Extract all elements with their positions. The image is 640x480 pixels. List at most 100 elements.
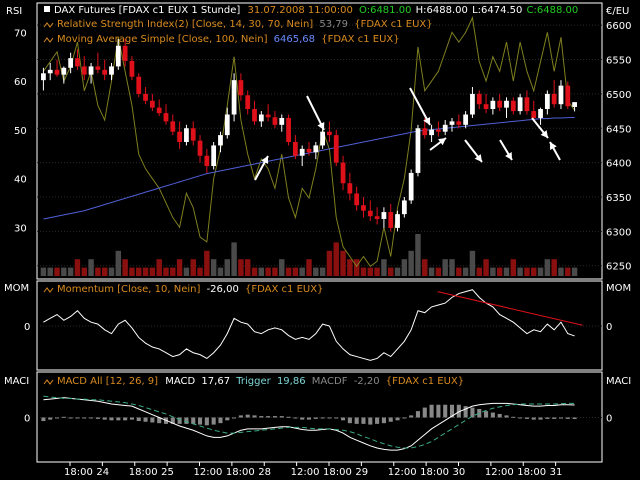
rsi-legend-name: Relative Strength Index(2) [Close, 14, 3…	[57, 19, 313, 30]
bar-datetime: 31.07.2008 11:00:00	[247, 5, 352, 16]
volume-bar	[88, 259, 94, 276]
candle-body	[551, 93, 557, 105]
volume-bar	[490, 267, 496, 276]
candle-body	[463, 114, 469, 125]
volume-bar	[517, 267, 523, 276]
macdf-bar	[61, 416, 66, 418]
macdf-bar	[293, 417, 298, 419]
svg-text:Relative Strength Index(2) [Cl: Relative Strength Index(2) [Close, 14, 3…	[57, 19, 433, 30]
macdf-bar	[511, 416, 516, 418]
candle-body	[367, 210, 373, 217]
macdf-bar	[341, 417, 346, 421]
x-tick-label: 12:00	[388, 467, 417, 478]
macdf-bar	[191, 417, 196, 424]
volume-bar	[340, 250, 346, 276]
macdf-bar	[313, 417, 318, 419]
macdf-bar	[381, 417, 386, 424]
macd-tick-label-right: 0	[606, 414, 612, 425]
macdf-bar	[41, 417, 46, 422]
macdf-bar	[95, 417, 100, 419]
price-tick-label: 6400	[606, 159, 631, 170]
candle-body	[41, 73, 46, 81]
candle-body	[170, 121, 176, 132]
macdf-bar	[402, 417, 407, 419]
macd-layer	[40, 395, 602, 451]
security-icon	[44, 6, 50, 12]
macdf-bar	[218, 417, 223, 424]
macdf-bar	[443, 404, 448, 418]
volume-bar	[496, 267, 503, 276]
macd-legend: MACD All [12, 26, 9] MACD 17,67 Trigger …	[43, 376, 464, 387]
macdf-bar	[524, 417, 529, 419]
candle-body	[313, 145, 319, 153]
volume-bar	[449, 259, 455, 276]
volume-bar	[544, 259, 551, 276]
candle-body	[75, 58, 80, 67]
volume-bar	[347, 259, 353, 276]
volume-bar	[551, 259, 557, 276]
x-tick-label: 25	[161, 467, 174, 478]
candle-body	[61, 67, 67, 75]
rsi-axis-label: RSI	[6, 6, 22, 17]
candle-body	[456, 121, 462, 125]
macd-legend-macd-label: MACD	[165, 376, 195, 387]
macdf-bar	[238, 415, 243, 418]
momentum-layer	[40, 289, 602, 361]
bar-low: L:6474.50	[472, 5, 522, 16]
candle-body	[524, 97, 530, 112]
macdf-bar	[504, 415, 509, 418]
macdf-bar	[415, 411, 421, 418]
volume-bar	[74, 259, 81, 276]
candle-body	[558, 85, 564, 105]
macdf-bar	[68, 417, 73, 419]
macdf-bar	[177, 417, 182, 424]
candle-body	[449, 121, 455, 125]
macdf-bar	[300, 417, 305, 420]
x-tick-label: 18:00	[420, 467, 449, 478]
macdf-bar	[211, 417, 216, 425]
macdf-bar	[538, 417, 543, 420]
macdf-bar	[245, 414, 250, 418]
candle-body	[238, 80, 244, 96]
macdf-bar	[497, 413, 502, 418]
macd-legend-macdf-label: MACDF	[312, 376, 348, 387]
candle-body	[129, 60, 135, 77]
volume-bar	[210, 259, 217, 276]
volume-bar	[442, 259, 448, 276]
bar-close: C:6488.00	[527, 5, 579, 16]
chart-canvas: 6250 6300 6350 6400 6450 6500 6550 6600 30 40 50 60…	[4, 2, 631, 478]
candle-body	[422, 128, 428, 136]
candle-body	[470, 93, 475, 115]
volume-bar	[285, 267, 292, 276]
candle-body	[510, 100, 516, 112]
x-tick-label: 12:00	[291, 467, 320, 478]
rsi-tick-label: 50	[14, 126, 27, 137]
volume-bar	[176, 259, 183, 276]
macdf-bar	[279, 416, 284, 418]
candle-body	[109, 66, 114, 75]
candle-body	[279, 117, 285, 125]
macdf-bar	[82, 417, 87, 419]
candle-body	[211, 145, 217, 167]
momentum-legend-value: -26,00	[207, 284, 239, 295]
volume-bar	[571, 267, 578, 276]
macdf-bar	[375, 417, 380, 424]
volume-bar	[333, 242, 339, 276]
candle-body	[320, 131, 326, 146]
x-tick-label: 18:00	[517, 467, 546, 478]
candle-body	[490, 100, 496, 110]
bar-high: H:6488.00	[416, 5, 468, 16]
candle-body	[68, 58, 74, 68]
macd-legend-source: {FDAX c1 EUX}	[386, 376, 464, 387]
candle-body	[381, 212, 387, 219]
sma-line	[43, 116, 575, 220]
volume-bar	[224, 259, 231, 276]
sma-legend-value: 6465,68	[274, 34, 315, 45]
macdf-bar	[490, 412, 495, 418]
volume-bar	[217, 267, 224, 276]
candle-body	[442, 124, 448, 132]
volume-bar	[387, 267, 394, 276]
x-tick-label: 18:00	[323, 467, 352, 478]
volume-bar	[67, 267, 74, 276]
rsi-tick-label: 30	[14, 223, 27, 234]
